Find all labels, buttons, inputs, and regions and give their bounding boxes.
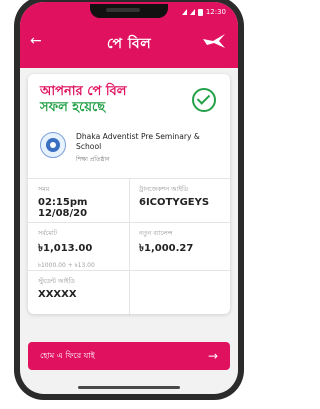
battery-icon	[197, 8, 203, 16]
student-value: XXXXX	[38, 289, 77, 300]
status-time: 12:30	[205, 8, 226, 16]
success-message: আপনার পে বিল সফল হয়েছে	[40, 84, 190, 116]
success-line-2: সফল হয়েছে	[40, 100, 106, 115]
total-cell: সর্বমোট ৳1,013.00 ৳1000.00 + ৳13.00	[28, 222, 129, 270]
merchant-text: Dhaka Adventist Pre Seminary & School শি…	[76, 132, 222, 165]
phone-screen: 12:30 ← পে বিল আপনার পে বিল সফল হয়েছে D…	[20, 2, 238, 394]
merchant-name: Dhaka Adventist Pre Seminary & School	[76, 132, 200, 151]
balance-label: নতুন ব্যালেন্স	[139, 230, 173, 237]
speaker	[106, 8, 140, 12]
time-cell: সময় 02:15pm 12/08/20	[28, 178, 129, 222]
check-circle-icon	[192, 88, 216, 112]
status-indicators: 12:30	[181, 8, 226, 16]
total-value: ৳1,013.00	[38, 243, 93, 254]
app-header: ← পে বিল	[20, 24, 238, 68]
merchant-category: শিক্ষা প্রতিষ্ঠান	[76, 156, 110, 163]
signal-icon	[181, 9, 187, 15]
home-indicator	[78, 386, 180, 389]
signal-icon	[189, 9, 195, 15]
txn-value: 6ICOTYGEYS	[139, 197, 210, 208]
balance-cell: নতুন ব্যালেন্স ৳1,000.27	[129, 222, 230, 270]
arrow-right-icon: →	[207, 349, 218, 363]
bird-logo-icon	[203, 34, 225, 48]
home-button[interactable]: হোম এ ফিরে যাই →	[28, 342, 230, 370]
balance-value: ৳1,000.27	[139, 243, 194, 254]
phone-mockup: 12:30 ← পে বিল আপনার পে বিল সফল হয়েছে D…	[0, 0, 258, 409]
time-value: 02:15pm 12/08/20	[38, 197, 88, 219]
student-label: স্টুডেন্ট আইডি	[38, 278, 75, 285]
transaction-details: সময় 02:15pm 12/08/20 ট্রানজেকশন আইডি 6I…	[28, 178, 230, 314]
column-divider	[129, 178, 130, 314]
success-line-1: আপনার পে বিল	[40, 84, 127, 99]
time-label: সময়	[38, 186, 50, 193]
total-label: সর্বমোট	[38, 230, 57, 237]
txn-label: ট্রানজেকশন আইডি	[139, 186, 189, 193]
txn-cell: ট্রানজেকশন আইডি 6ICOTYGEYS	[129, 178, 230, 222]
home-button-label: হোম এ ফিরে যাই	[40, 350, 95, 360]
payment-receipt-card: আপনার পে বিল সফল হয়েছে Dhaka Adventist …	[28, 74, 230, 314]
merchant-logo	[40, 132, 66, 158]
student-cell: স্টুডেন্ট আইডি XXXXX	[28, 270, 129, 314]
merchant-info: Dhaka Adventist Pre Seminary & School শি…	[40, 132, 222, 165]
